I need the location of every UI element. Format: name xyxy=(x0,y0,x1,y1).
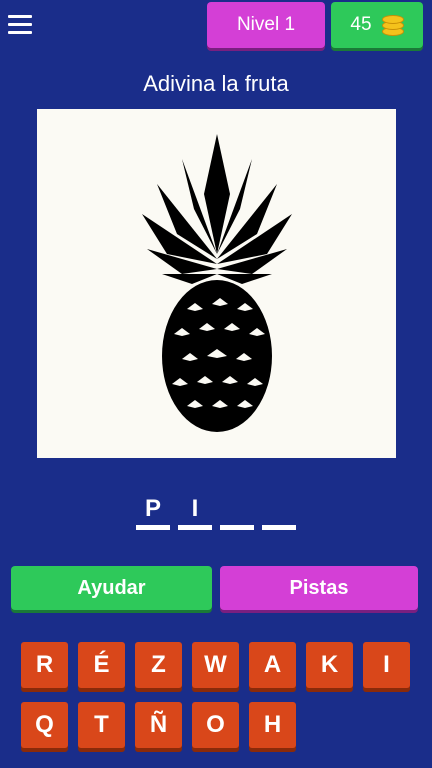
level-badge: Nivel 1 xyxy=(207,2,325,48)
hints-button[interactable]: Pistas xyxy=(220,566,418,610)
answer-slot[interactable]: P xyxy=(136,494,170,530)
letter-key[interactable]: Ñ xyxy=(135,702,182,748)
letter-key[interactable]: R xyxy=(21,642,68,688)
question-image xyxy=(37,109,396,458)
answer-slot[interactable] xyxy=(262,494,296,530)
answer-slot[interactable]: I xyxy=(178,494,212,530)
question-title: Adivina la fruta xyxy=(143,71,289,96)
level-label: Nivel 1 xyxy=(236,14,296,35)
letter-key[interactable]: Q xyxy=(21,702,68,748)
coins-count: 45 xyxy=(350,14,372,35)
coins-icon xyxy=(381,14,404,36)
letter-key[interactable]: Z xyxy=(135,642,182,688)
letter-key[interactable]: O xyxy=(192,702,239,748)
letter-key[interactable]: I xyxy=(363,642,410,688)
letter-keyboard: R É Z W A K I Q T Ñ O H xyxy=(21,642,413,748)
answer-slot[interactable] xyxy=(220,494,254,530)
letter-key[interactable]: H xyxy=(249,702,296,748)
letter-key[interactable]: W xyxy=(192,642,239,688)
menu-icon[interactable] xyxy=(8,10,36,38)
letter-key[interactable]: A xyxy=(249,642,296,688)
letter-key[interactable]: K xyxy=(306,642,353,688)
help-button[interactable]: Ayudar xyxy=(11,566,212,610)
letter-key[interactable]: T xyxy=(78,702,125,748)
pineapple-icon xyxy=(141,133,292,432)
answer-slots: P I xyxy=(0,494,432,530)
coins-badge[interactable]: 45 xyxy=(331,2,423,48)
letter-key[interactable]: É xyxy=(78,642,125,688)
